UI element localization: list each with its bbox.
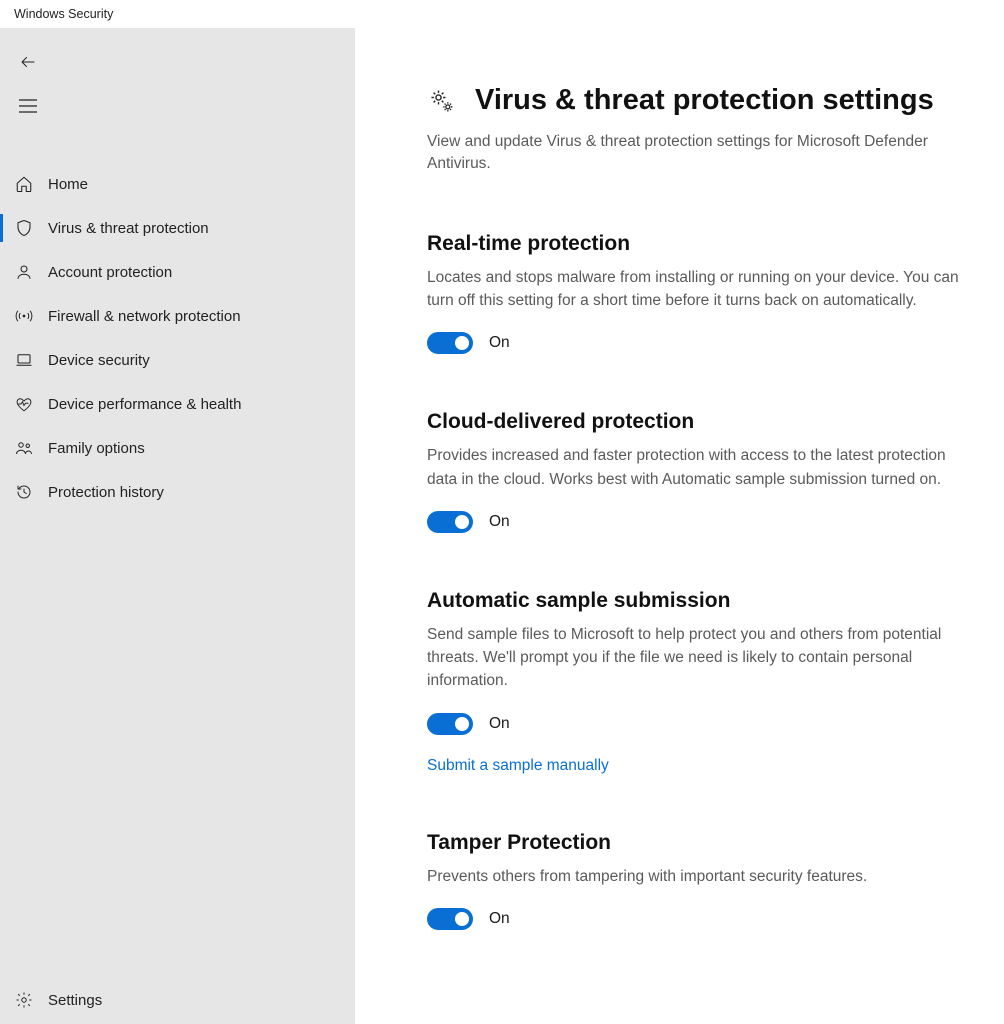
sidebar-item-virus-threat[interactable]: Virus & threat protection xyxy=(0,206,355,250)
toggle-row: On xyxy=(427,908,964,930)
back-button[interactable] xyxy=(6,40,50,84)
sidebar-item-label: Account protection xyxy=(48,264,172,281)
window-title: Windows Security xyxy=(14,7,113,21)
sidebar-item-label: Home xyxy=(48,176,88,193)
window-titlebar: Windows Security xyxy=(0,0,1004,28)
sidebar-settings-label: Settings xyxy=(48,992,102,1009)
sidebar-settings[interactable]: Settings xyxy=(0,976,355,1024)
sidebar-item-firewall[interactable]: Firewall & network protection xyxy=(0,294,355,338)
sidebar-item-history[interactable]: Protection history xyxy=(0,470,355,514)
sidebar-nav: Home Virus & threat protection Account p… xyxy=(0,162,355,514)
section-description: Provides increased and faster protection… xyxy=(427,444,964,491)
sidebar-item-label: Firewall & network protection xyxy=(48,308,241,325)
section-sample: Automatic sample submission Send sample … xyxy=(427,589,964,775)
submit-sample-link[interactable]: Submit a sample manually xyxy=(427,757,609,775)
sidebar: Home Virus & threat protection Account p… xyxy=(0,28,355,1024)
sidebar-item-label: Device security xyxy=(48,352,150,369)
toggle-row: On xyxy=(427,713,964,735)
section-title: Tamper Protection xyxy=(427,831,964,855)
cloud-toggle[interactable] xyxy=(427,511,473,533)
laptop-icon xyxy=(14,350,34,370)
broadcast-icon xyxy=(14,306,34,326)
sidebar-item-performance[interactable]: Device performance & health xyxy=(0,382,355,426)
section-realtime: Real-time protection Locates and stops m… xyxy=(427,232,964,355)
shield-icon xyxy=(14,218,34,238)
gear-icon xyxy=(14,990,34,1010)
sidebar-item-account[interactable]: Account protection xyxy=(0,250,355,294)
arrow-left-icon xyxy=(19,53,37,71)
home-icon xyxy=(14,174,34,194)
toggle-state-label: On xyxy=(489,334,510,352)
hamburger-icon xyxy=(19,99,37,113)
page-header: Virus & threat protection settings xyxy=(427,84,964,117)
heart-pulse-icon xyxy=(14,394,34,414)
tamper-toggle[interactable] xyxy=(427,908,473,930)
main-content: Virus & threat protection settings View … xyxy=(355,28,1004,1024)
sidebar-item-home[interactable]: Home xyxy=(0,162,355,206)
toggle-state-label: On xyxy=(489,910,510,928)
section-title: Automatic sample submission xyxy=(427,589,964,613)
section-description: Locates and stops malware from installin… xyxy=(427,266,964,313)
gears-icon xyxy=(427,86,457,116)
section-cloud: Cloud-delivered protection Provides incr… xyxy=(427,410,964,533)
hamburger-button[interactable] xyxy=(6,84,50,128)
section-title: Cloud-delivered protection xyxy=(427,410,964,434)
sidebar-item-device-security[interactable]: Device security xyxy=(0,338,355,382)
toggle-state-label: On xyxy=(489,715,510,733)
toggle-row: On xyxy=(427,332,964,354)
section-description: Prevents others from tampering with impo… xyxy=(427,865,964,888)
realtime-toggle[interactable] xyxy=(427,332,473,354)
sidebar-item-family[interactable]: Family options xyxy=(0,426,355,470)
toggle-state-label: On xyxy=(489,513,510,531)
sidebar-item-label: Device performance & health xyxy=(48,396,241,413)
app-shell: Home Virus & threat protection Account p… xyxy=(0,28,1004,1024)
history-icon xyxy=(14,482,34,502)
page-title: Virus & threat protection settings xyxy=(475,84,934,117)
sidebar-item-label: Virus & threat protection xyxy=(48,220,209,237)
family-icon xyxy=(14,438,34,458)
section-description: Send sample files to Microsoft to help p… xyxy=(427,623,964,693)
section-tamper: Tamper Protection Prevents others from t… xyxy=(427,831,964,930)
page-description: View and update Virus & threat protectio… xyxy=(427,131,964,176)
person-icon xyxy=(14,262,34,282)
sidebar-item-label: Protection history xyxy=(48,484,164,501)
sample-toggle[interactable] xyxy=(427,713,473,735)
toggle-row: On xyxy=(427,511,964,533)
section-title: Real-time protection xyxy=(427,232,964,256)
sidebar-item-label: Family options xyxy=(48,440,145,457)
